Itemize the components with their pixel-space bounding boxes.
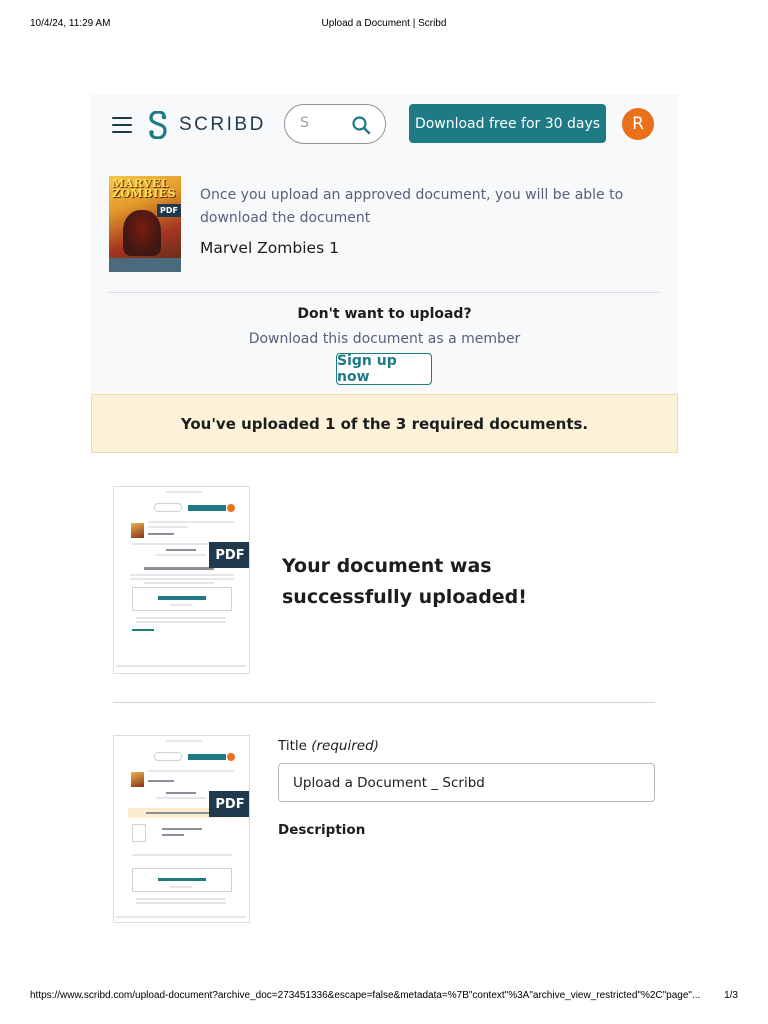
pdf-icon: PDF (209, 791, 249, 817)
print-header: 10/4/24, 11:29 AM Upload a Document | Sc… (30, 18, 738, 32)
pdf-badge: PDF (157, 204, 181, 217)
document-title: Marvel Zombies 1 (200, 239, 339, 257)
description-label: Description (278, 822, 366, 838)
print-page-title: Upload a Document | Scribd (321, 18, 447, 29)
print-page-number: 1/3 (724, 990, 738, 1001)
title-label-text: Title (278, 738, 307, 754)
search-input[interactable]: S (284, 104, 386, 144)
upload-progress-banner: You've uploaded 1 of the 3 required docu… (91, 394, 678, 453)
cover-title: MARVEL ZOMBIES (112, 177, 177, 200)
print-footer: https://www.scribd.com/upload-document?a… (30, 990, 738, 1004)
top-nav-bar: SCRIBD S Download free for 30 days R (91, 94, 678, 156)
divider (109, 292, 659, 293)
upload-info-panel: MARVEL ZOMBIES PDF Once you upload an ap… (91, 156, 678, 394)
upload-message: Once you upload an approved document, yo… (200, 187, 624, 226)
scribd-logo-icon (149, 111, 167, 139)
menu-icon[interactable] (112, 117, 132, 133)
pdf-icon: PDF (209, 542, 249, 568)
required-indicator: (required) (311, 738, 379, 754)
download-free-button[interactable]: Download free for 30 days (409, 104, 606, 143)
document-cover[interactable]: MARVEL ZOMBIES PDF (109, 176, 181, 272)
dont-want-heading: Don't want to upload? (297, 306, 472, 322)
logo-text: SCRIBD (179, 114, 266, 135)
uploaded-document-thumbnail: PDF (113, 486, 250, 674)
title-label: Title (required) (278, 738, 379, 754)
search-icon[interactable] (351, 115, 371, 135)
cover-ground (109, 258, 181, 272)
section-divider (113, 702, 655, 703)
sign-up-button[interactable]: Sign up now (336, 353, 432, 385)
avatar[interactable]: R (622, 108, 654, 140)
document-preview-thumbnail: PDF (113, 735, 250, 923)
title-input[interactable] (278, 763, 655, 802)
search-placeholder: S (300, 115, 309, 131)
cover-figure (123, 210, 161, 256)
member-text: Download this document as a member (248, 331, 521, 347)
print-url: https://www.scribd.com/upload-document?a… (30, 990, 701, 1001)
scribd-logo[interactable]: SCRIBD (147, 110, 266, 140)
upload-success-message: Your document was successfully uploaded! (282, 555, 527, 608)
